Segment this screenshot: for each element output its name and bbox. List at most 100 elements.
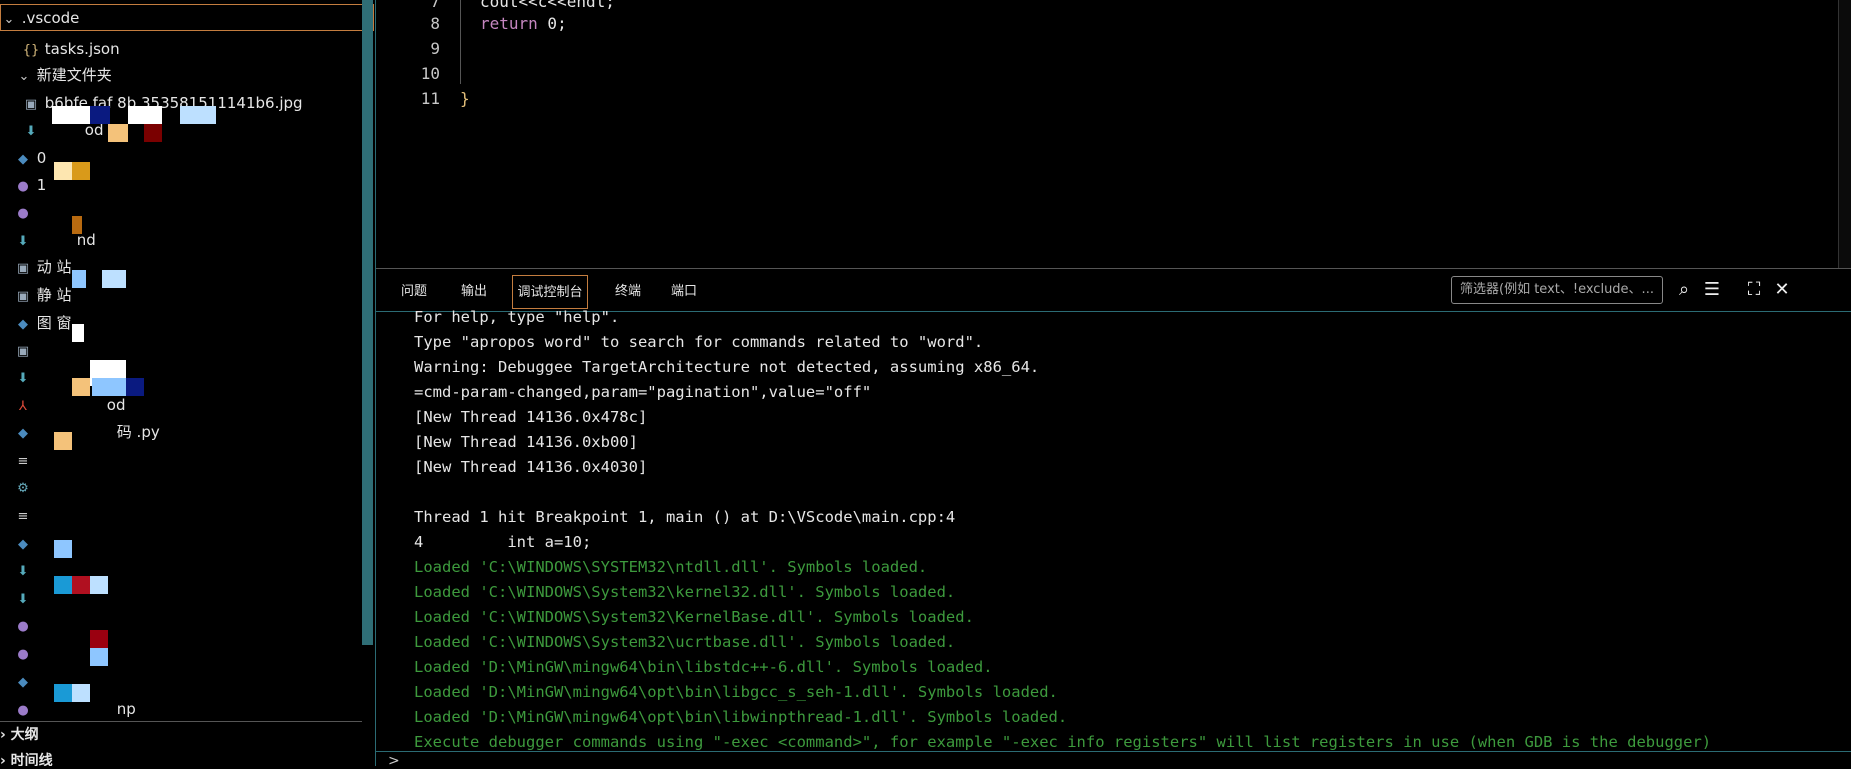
code-editor[interactable]: 7 cout<<c<<endl; 8 return 0; 9 10 11 } [376, 0, 1851, 268]
indent-guide [460, 0, 461, 84]
explorer-item-pdf-file[interactable]: ⅄ od [14, 392, 125, 419]
redaction-block [72, 378, 90, 396]
editor-scrollbar[interactable] [1838, 0, 1851, 268]
line-number: 7 [430, 0, 440, 11]
pdf-icon: ⅄ [19, 399, 27, 414]
redaction-block [72, 216, 82, 234]
outline-section-header[interactable]: › 大纲 [0, 722, 39, 748]
python-icon: ◆ [18, 426, 28, 441]
console-line: Loaded 'D:\MinGW\mingw64\opt\bin\libgcc_… [414, 683, 1058, 701]
python-icon: ◆ [18, 317, 28, 332]
explorer-item-file-10[interactable]: ⬇ [14, 585, 32, 612]
explorer-item-vscode-folder[interactable]: ⌄ .vscode [0, 4, 374, 31]
maximize-panel-icon[interactable]: ⛶ [1741, 277, 1767, 303]
redaction-block [54, 162, 74, 180]
redaction-block [108, 124, 128, 142]
redaction-block [54, 576, 72, 594]
explorer-item-label: 0 [36, 149, 47, 167]
explorer-item-file-13[interactable]: ◆ [14, 668, 32, 695]
code-line: cout<<c<<endl; [480, 0, 615, 11]
timeline-section-header[interactable]: › 时间线 [0, 748, 53, 766]
image-icon: ▣ [16, 289, 30, 304]
php-icon: ● [17, 206, 29, 221]
explorer-item-file-2[interactable]: ● [14, 199, 32, 226]
explorer-item-file-12[interactable]: ● [14, 640, 32, 667]
console-line: Loaded 'C:\WINDOWS\SYSTEM32\ntdll.dll'. … [414, 558, 928, 576]
explorer-item-file-6[interactable]: ⚙ [14, 474, 32, 501]
chevron-right-icon: › [0, 753, 6, 766]
explorer-item-file-1[interactable]: ● 1 [14, 172, 46, 199]
explorer-scrollbar[interactable] [362, 0, 373, 645]
download-icon: ⬇ [25, 124, 37, 139]
explorer-item-file-5[interactable]: ≡ [14, 447, 32, 474]
tab-debug-console[interactable]: 调试控制台 [512, 275, 588, 309]
redaction-block [54, 432, 72, 450]
python-icon: ◆ [18, 152, 28, 167]
redaction-block [72, 684, 90, 702]
console-line: For help, type "help". [414, 308, 620, 326]
explorer-item-label: 新建文件夹 [36, 66, 112, 84]
redaction-block [52, 106, 92, 124]
image-icon: ▣ [24, 97, 38, 112]
explorer-item-file-7[interactable]: ≡ [14, 502, 32, 529]
text-file-icon: ≡ [17, 509, 29, 524]
close-icon[interactable]: ✕ [1769, 277, 1795, 303]
explorer-item-file-0[interactable]: ◆ 0 [14, 145, 46, 172]
image-icon: ▣ [16, 344, 30, 359]
chevron-down-icon: ⌄ [18, 69, 30, 84]
explorer-item-tasks-json[interactable]: {} tasks.json [22, 36, 120, 63]
explorer-item-file-3[interactable]: ▣ [14, 337, 32, 364]
explorer-item-dynamic-site[interactable]: ▣ 动 站 [14, 254, 72, 281]
download-icon: ⬇ [17, 564, 29, 579]
explorer-item-nd-file[interactable]: ⬇ nd [14, 227, 96, 254]
explorer-item-image-window[interactable]: ◆ 图 窗 [14, 310, 72, 337]
tab-output[interactable]: 输出 [456, 275, 492, 309]
explorer-item-file-8[interactable]: ◆ [14, 530, 32, 557]
explorer-item-file-11[interactable]: ● [14, 612, 32, 639]
console-input-prompt[interactable]: > [388, 753, 400, 769]
explorer-item-label: .vscode [21, 9, 80, 27]
explorer-item-new-folder[interactable]: ⌄ 新建文件夹 [16, 62, 112, 89]
redaction-block [126, 378, 144, 396]
explorer-item-static-site[interactable]: ▣ 静 站 [14, 282, 72, 309]
python-icon: ◆ [18, 675, 28, 690]
php-icon: ● [17, 179, 29, 194]
divider [376, 751, 1851, 752]
console-line: [New Thread 14136.0x478c] [414, 408, 648, 426]
search-icon[interactable]: ⌕ [1671, 277, 1697, 303]
code-line: return 0; [480, 14, 567, 33]
php-icon: ● [17, 647, 29, 662]
console-line: =cmd-param-changed,param="pagination",va… [414, 383, 872, 401]
explorer-item-label: 静 站 [36, 286, 72, 304]
tab-ports[interactable]: 端口 [666, 275, 702, 309]
explorer-item-file-4[interactable]: ⬇ [14, 364, 32, 391]
console-line: Loaded 'D:\MinGW\mingw64\bin\libstdc++-6… [414, 658, 993, 676]
redaction-block [128, 106, 162, 124]
download-icon: ⬇ [17, 234, 29, 249]
explorer-item-label: 图 窗 [36, 314, 72, 332]
line-number: 11 [420, 89, 440, 108]
console-line: Loaded 'C:\WINDOWS\System32\ucrtbase.dll… [414, 633, 956, 651]
redaction-block [72, 162, 90, 180]
text-file-icon: ≡ [17, 454, 29, 469]
explorer-item-file-9[interactable]: ⬇ [14, 557, 32, 584]
image-icon: ▣ [16, 261, 30, 276]
closing-brace: } [460, 89, 470, 108]
explorer-item-label: 1 [36, 176, 47, 194]
console-line: Loaded 'D:\MinGW\mingw64\opt\bin\libwinp… [414, 708, 1068, 726]
download-icon: ⬇ [17, 371, 29, 386]
tab-terminal[interactable]: 终端 [610, 275, 646, 309]
tab-problems[interactable]: 问题 [396, 275, 432, 309]
filter-input[interactable]: 筛选器(例如 text、!exclude、... [1451, 276, 1663, 304]
bottom-panel: 问题 输出 调试控制台 终端 端口 筛选器(例如 text、!exclude、.… [376, 268, 1851, 769]
redaction-block [72, 324, 84, 342]
clear-console-icon[interactable]: ☰ [1699, 277, 1725, 303]
divider [0, 721, 362, 722]
console-line: [New Thread 14136.0xb00] [414, 433, 638, 451]
explorer-item-code-py[interactable]: ◆ 码 .py [14, 419, 160, 446]
console-line: Loaded 'C:\WINDOWS\System32\kernel32.dll… [414, 583, 956, 601]
explorer-item-label: np [116, 700, 136, 718]
explorer-item-label: tasks.json [44, 40, 120, 58]
console-line: [New Thread 14136.0x4030] [414, 458, 648, 476]
php-icon: ● [17, 619, 29, 634]
